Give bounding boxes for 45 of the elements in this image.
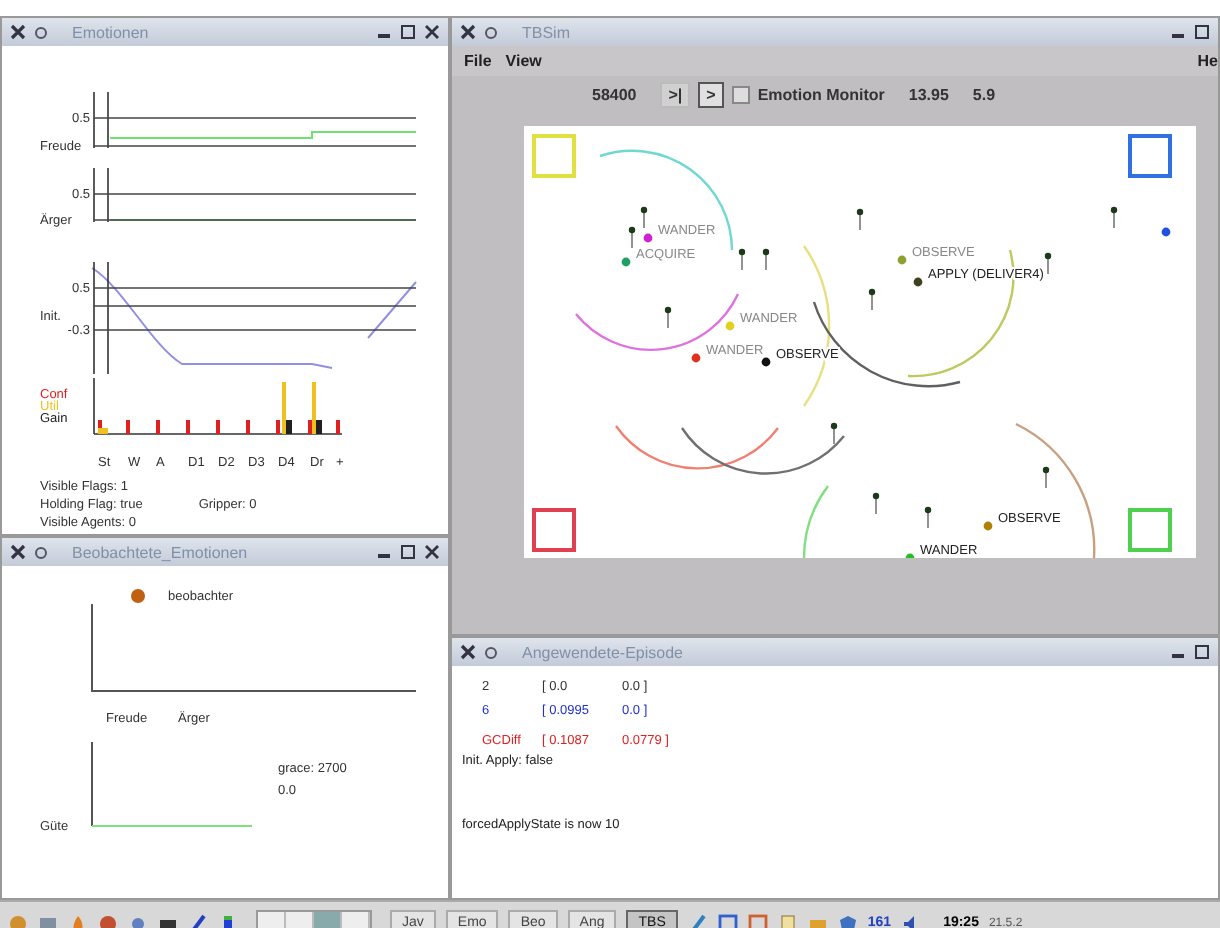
flag-icon (1110, 206, 1118, 229)
checkbox-label[interactable]: Emotion Monitor (757, 85, 885, 103)
flag-icon (640, 206, 648, 229)
value-text: 13.95 (908, 85, 949, 103)
flag-icon (872, 492, 880, 515)
flag-icon (856, 208, 864, 231)
maximize-icon[interactable] (400, 24, 416, 40)
close-icon[interactable] (460, 24, 476, 40)
flag-icon (868, 288, 876, 311)
pin-icon[interactable] (484, 25, 498, 39)
close-icon[interactable] (10, 24, 26, 40)
menu-item[interactable]: File (464, 52, 492, 70)
window-icon[interactable] (717, 913, 738, 928)
maximize-icon[interactable] (1194, 644, 1210, 660)
close-icon[interactable] (424, 24, 440, 40)
pin-icon[interactable] (484, 645, 498, 659)
step-button[interactable]: >| (660, 81, 691, 107)
window-title: Beobachtete_Emotionen (72, 543, 248, 561)
window-title: Emotionen (72, 23, 149, 41)
flag-icon (830, 422, 838, 445)
checkbox[interactable] (731, 85, 750, 103)
flag-icon (1042, 466, 1050, 489)
maximize-icon[interactable] (400, 544, 416, 560)
menu-item[interactable]: He (1197, 52, 1218, 70)
maximize-icon[interactable] (1194, 24, 1210, 40)
flag-icon (628, 226, 636, 249)
flag-icon (762, 248, 770, 271)
close-icon[interactable] (424, 544, 440, 560)
close-icon[interactable] (460, 644, 476, 660)
window-title: Angewendete-Episode (522, 643, 684, 661)
menu-item[interactable]: View (505, 52, 542, 70)
window-icon[interactable] (747, 913, 768, 928)
step-counter: 58400 (592, 85, 637, 103)
flag-icon (924, 506, 932, 529)
window-title: TBSim (522, 23, 570, 41)
flag-icon (1044, 252, 1052, 275)
pin-icon[interactable] (34, 545, 48, 559)
flag-icon (738, 248, 746, 271)
bottle-icon[interactable] (218, 913, 238, 928)
shield-icon[interactable] (837, 913, 858, 928)
pin-icon[interactable] (34, 25, 48, 39)
flag-icon (664, 306, 672, 329)
close-icon[interactable] (10, 544, 26, 560)
step-button[interactable]: > (698, 81, 724, 107)
value-text: 5.9 (972, 85, 996, 103)
